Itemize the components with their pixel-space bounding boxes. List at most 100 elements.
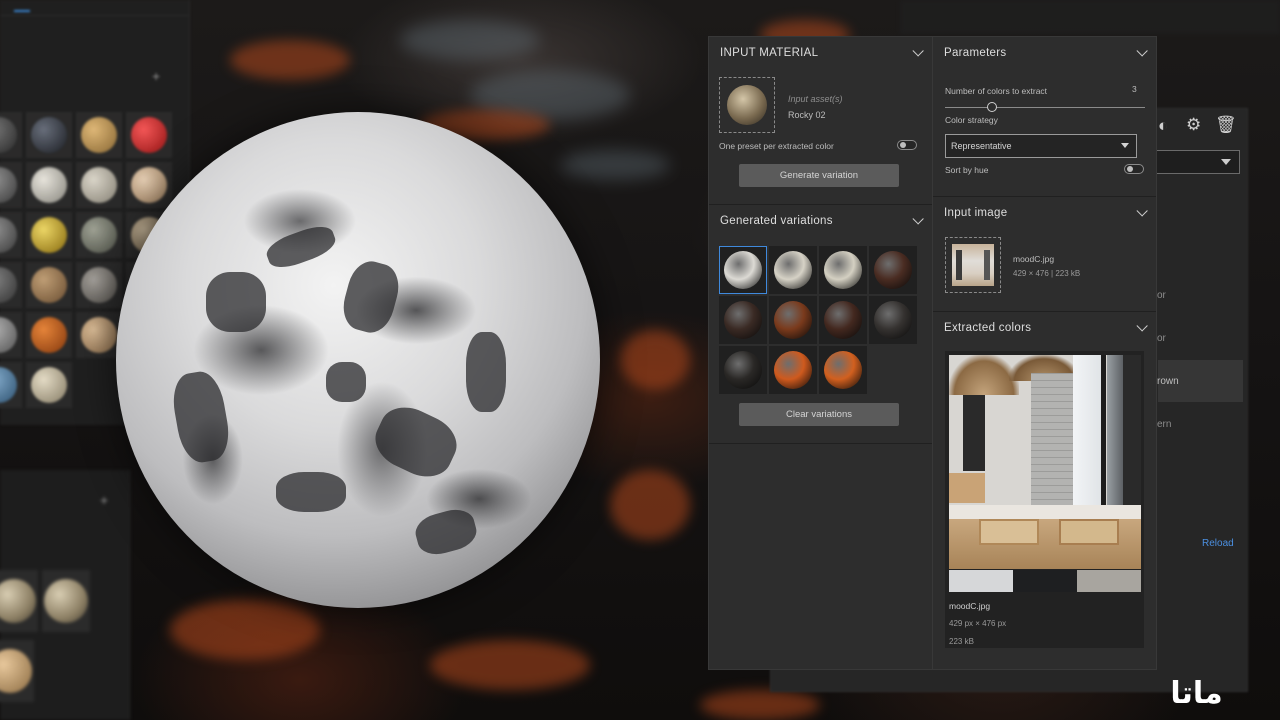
asset-thumb[interactable]: [0, 262, 22, 308]
chevron-down-icon[interactable]: [912, 213, 924, 225]
one-preset-toggle[interactable]: [897, 140, 917, 150]
color-strategy-select[interactable]: Representative: [945, 134, 1137, 158]
variation-thumb[interactable]: [769, 296, 817, 344]
variation-thumb[interactable]: [819, 296, 867, 344]
input-image-filename: moodC.jpg: [1013, 254, 1055, 264]
color-swatch[interactable]: [949, 570, 1013, 592]
input-asset-name: Rocky 02: [788, 110, 826, 120]
reload-link[interactable]: Reload: [1202, 538, 1234, 549]
asset-thumb[interactable]: [0, 640, 34, 702]
asset-thumb[interactable]: [26, 362, 72, 408]
asset-thumb[interactable]: [0, 162, 22, 208]
trash-icon[interactable]: 🗑: [1215, 115, 1237, 135]
extracted-colors-header[interactable]: Extracted colors: [933, 312, 1156, 344]
parameters-header[interactable]: Parameters: [933, 37, 1156, 69]
settings-icon[interactable]: ⚙: [1186, 115, 1201, 135]
variation-material-preview: [724, 251, 762, 289]
input-material-header[interactable]: INPUT MATERIAL: [709, 37, 932, 69]
color-swatch[interactable]: [1077, 570, 1141, 592]
generated-variations-header[interactable]: Generated variations: [709, 205, 932, 237]
asset-thumb[interactable]: [26, 112, 72, 158]
input-material-title: INPUT MATERIAL: [720, 47, 819, 59]
asset-thumb[interactable]: [26, 162, 72, 208]
input-image-thumbnail[interactable]: [945, 237, 1001, 293]
asset-thumb[interactable]: [26, 212, 72, 258]
variation-material-preview: [824, 351, 862, 389]
extracted-image-size: 223 kB: [949, 637, 974, 646]
chevron-down-icon[interactable]: [1136, 45, 1148, 57]
asset-thumb[interactable]: [26, 312, 72, 358]
asset-thumb[interactable]: [0, 570, 38, 632]
add-icon[interactable]: +: [152, 68, 160, 84]
color-swatch[interactable]: [1013, 570, 1077, 592]
contrast-icon[interactable]: ◐: [1158, 116, 1168, 136]
asset-thumb[interactable]: [76, 212, 122, 258]
asset-thumb[interactable]: [0, 312, 22, 358]
library-tab[interactable]: [14, 3, 30, 12]
color-strategy-label: Color strategy: [945, 115, 998, 125]
input-image-info: 429 × 476 | 223 kB: [1013, 269, 1081, 278]
asset-thumb[interactable]: [26, 262, 72, 308]
background-text-fragment: or: [1157, 290, 1166, 301]
asset-thumb[interactable]: [76, 112, 122, 158]
mood-image[interactable]: [949, 355, 1141, 569]
add-icon[interactable]: +: [100, 492, 108, 508]
input-asset-thumbnail[interactable]: [719, 77, 775, 133]
variation-thumb[interactable]: [769, 246, 817, 294]
asset-thumb[interactable]: [42, 570, 90, 632]
variation-material-preview: [824, 301, 862, 339]
variation-thumb[interactable]: [869, 246, 917, 294]
variation-thumb[interactable]: [819, 346, 867, 394]
background-dropdown[interactable]: [1150, 150, 1240, 174]
num-colors-value: 3: [1132, 84, 1137, 94]
asset-thumb[interactable]: [76, 162, 122, 208]
chevron-down-icon[interactable]: [1136, 320, 1148, 332]
generate-variation-button[interactable]: Generate variation: [739, 164, 899, 187]
variation-material-preview: [774, 351, 812, 389]
variation-thumb[interactable]: [719, 346, 767, 394]
variation-material-preview: [774, 251, 812, 289]
asset-library-tabs: [0, 0, 189, 16]
variation-thumb[interactable]: [869, 296, 917, 344]
variation-material-preview: [774, 301, 812, 339]
asset-thumb[interactable]: [0, 112, 22, 158]
input-image-header[interactable]: Input image: [933, 197, 1156, 229]
chevron-down-icon: [1221, 159, 1231, 165]
variation-thumb[interactable]: [819, 246, 867, 294]
chevron-down-icon[interactable]: [1136, 205, 1148, 217]
material-preview-sphere[interactable]: [116, 112, 600, 608]
input-asset-caption: Input asset(s): [788, 94, 843, 104]
variation-thumb[interactable]: [719, 296, 767, 344]
parameters-title: Parameters: [944, 47, 1007, 59]
library-tab[interactable]: [52, 4, 64, 11]
color-strategy-value: Representative: [951, 141, 1012, 151]
mood-image-preview: [952, 244, 994, 286]
asset-thumb[interactable]: [126, 162, 172, 208]
variation-thumb[interactable]: [719, 246, 767, 294]
variation-thumb[interactable]: [769, 346, 817, 394]
asset-thumb[interactable]: [126, 112, 172, 158]
chevron-down-icon[interactable]: [912, 45, 924, 57]
sort-by-hue-toggle[interactable]: [1124, 164, 1144, 174]
one-preset-label: One preset per extracted color: [719, 141, 834, 151]
num-colors-slider-handle[interactable]: [987, 102, 997, 112]
extracted-image-filename: moodC.jpg: [949, 601, 991, 611]
extracted-color-swatches: [949, 570, 1141, 592]
watermark-logo: ماتا: [1170, 676, 1223, 711]
rock-material-preview: [727, 85, 767, 125]
library-tab[interactable]: [85, 4, 97, 11]
variations-grid: [719, 246, 917, 394]
variation-material-preview: [874, 251, 912, 289]
generated-variations-title: Generated variations: [720, 215, 833, 227]
num-colors-slider-track[interactable]: [945, 107, 1145, 108]
asset-thumb[interactable]: [0, 362, 22, 408]
asset-thumb[interactable]: [76, 312, 122, 358]
variation-material-preview: [724, 301, 762, 339]
asset-thumb[interactable]: [76, 262, 122, 308]
background-toolbar: [900, 0, 1280, 34]
background-text-fragment: or: [1157, 333, 1166, 344]
clear-variations-button[interactable]: Clear variations: [739, 403, 899, 426]
extracted-colors-card: moodC.jpg 429 px × 476 px 223 kB: [945, 351, 1144, 648]
asset-thumb[interactable]: [0, 212, 22, 258]
extracted-image-dimensions: 429 px × 476 px: [949, 619, 1007, 628]
